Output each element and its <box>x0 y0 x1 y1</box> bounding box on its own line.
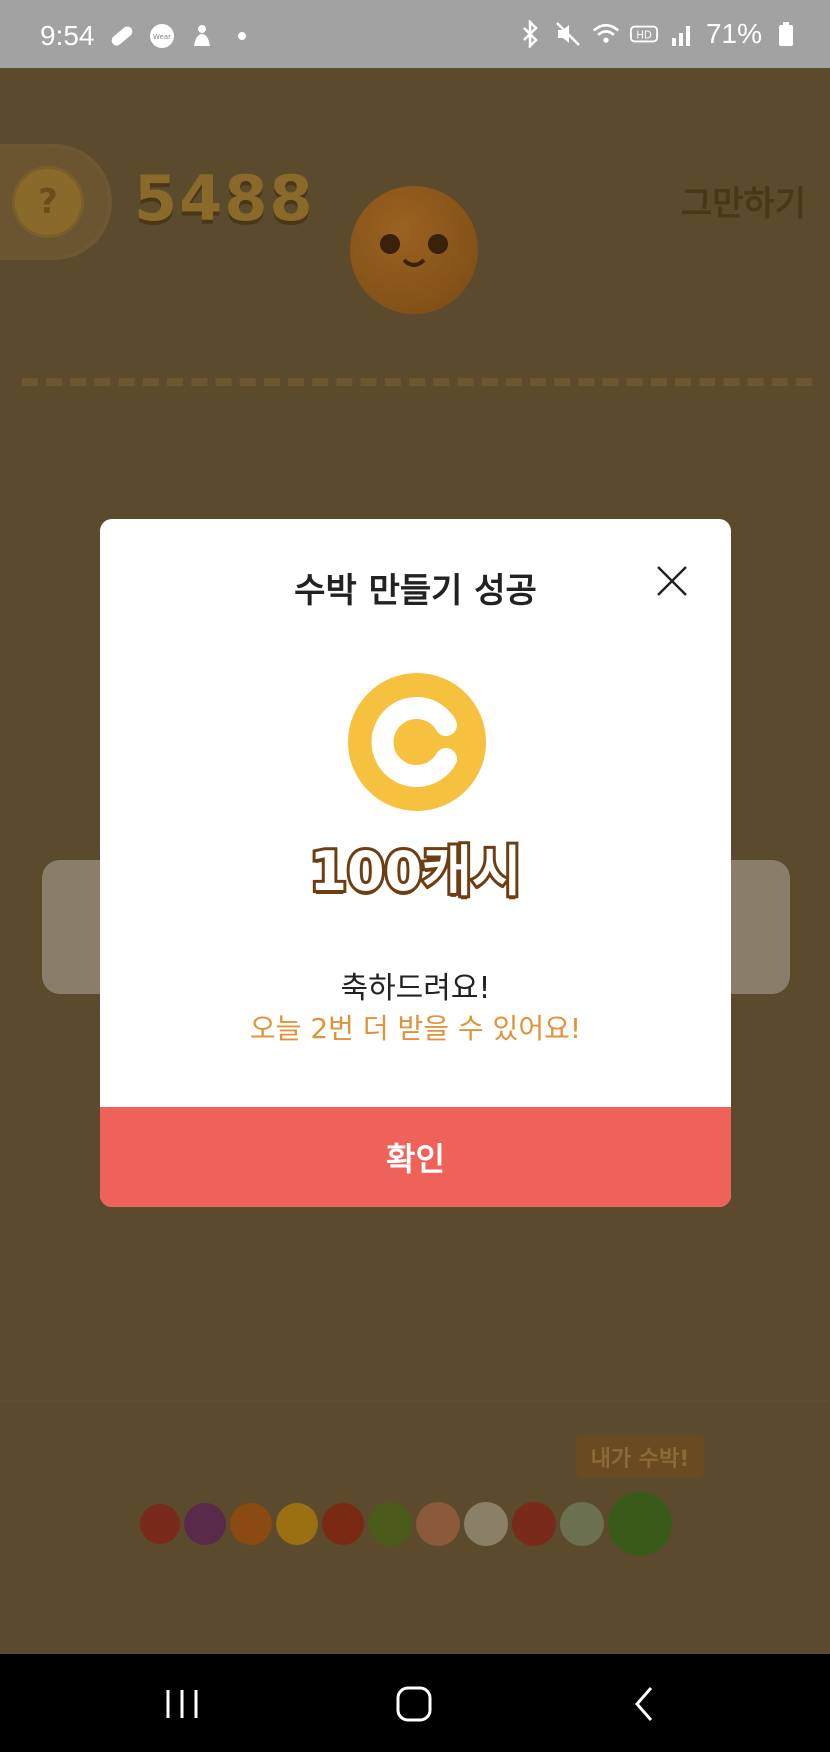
fruit-9 <box>512 1502 556 1546</box>
quit-button[interactable]: 그만하기 <box>681 176 806 225</box>
status-left-icons: Wear <box>108 22 256 50</box>
cash-coin-icon <box>348 673 486 811</box>
fruit-8 <box>464 1502 508 1546</box>
fruit-5 <box>322 1503 364 1545</box>
confirm-button[interactable]: 확인 <box>100 1107 731 1207</box>
svg-text:HD: HD <box>636 30 652 42</box>
back-icon[interactable] <box>614 1676 674 1732</box>
dialog-title: 수박 만들기 성공 <box>294 571 537 611</box>
fruit-7 <box>416 1502 460 1546</box>
close-icon[interactable] <box>652 561 692 601</box>
congrats-text: 축하드려요! <box>340 971 491 1006</box>
fruit-6 <box>368 1502 412 1546</box>
fruit-evolution-row <box>140 1492 672 1556</box>
fruit-4 <box>276 1503 318 1545</box>
fruit-10 <box>560 1502 604 1546</box>
reward-amount: 100캐시 <box>306 837 524 906</box>
bluetooth-icon <box>516 20 544 48</box>
tray-tag: 내가 수박! <box>576 1436 704 1478</box>
wifi-icon <box>592 20 620 48</box>
status-right-icons: HD 71% <box>516 18 800 50</box>
fruit-2 <box>184 1503 226 1545</box>
fruit-watermelon <box>608 1492 672 1556</box>
help-button[interactable]: ? <box>12 166 84 238</box>
svg-text:Wear: Wear <box>153 33 171 41</box>
home-icon[interactable] <box>384 1676 444 1732</box>
status-time: 9:54 <box>40 20 95 51</box>
fruit-3 <box>230 1503 272 1545</box>
mute-icon <box>554 20 582 48</box>
dot-icon <box>228 22 256 50</box>
fruit-1 <box>140 1504 180 1544</box>
next-fruit <box>350 186 478 314</box>
score-display: 5488 <box>134 162 315 235</box>
battery-percent: 71% <box>705 18 762 49</box>
navigation-bar <box>0 1654 830 1752</box>
signal-icon <box>668 20 696 48</box>
fruit-face-icon <box>380 234 448 267</box>
wear-icon: Wear <box>148 22 176 50</box>
battery-icon <box>772 20 800 48</box>
success-dialog: 수박 만들기 성공 100캐시 축하드려요! 오늘 2번 더 받을 수 있어요!… <box>100 519 731 1207</box>
hd-icon: HD <box>629 20 658 48</box>
limit-line <box>22 378 812 386</box>
pill-icon <box>108 22 136 50</box>
status-bar: 9:54 Wear HD 71% <box>0 0 830 68</box>
recent-apps-icon[interactable] <box>152 1676 212 1732</box>
person-icon <box>188 22 216 50</box>
remaining-count-text: 오늘 2번 더 받을 수 있어요! <box>249 1012 582 1045</box>
